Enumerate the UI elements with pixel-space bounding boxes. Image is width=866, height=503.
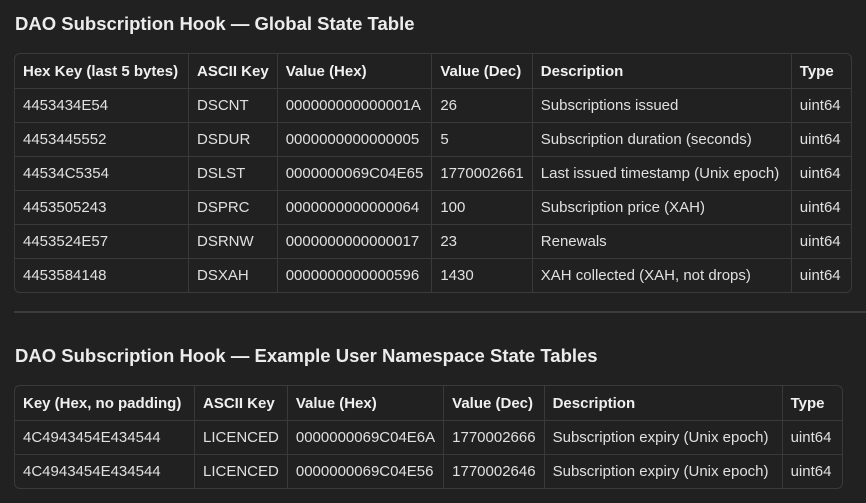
cell-hex-key: 4453524E57 [15, 224, 189, 259]
cell-type: uint64 [790, 463, 832, 480]
cell-ascii-key: DSLST [188, 156, 278, 191]
table-row: 44534C5354 DSLST 0000000069C04E65 177000… [15, 156, 851, 191]
cell-ascii-key: DSPRC [188, 190, 278, 225]
table-header-row: Hex Key (last 5 bytes) ASCII Key Value (… [15, 54, 851, 89]
user-namespace-table-container: Key (Hex, no padding) ASCII Key Value (H… [14, 385, 843, 489]
column-header-value-hex: Value (Hex) [287, 386, 445, 421]
cell-ascii-key: LICENCED [194, 420, 288, 455]
column-header-ascii-key: ASCII Key [188, 54, 278, 89]
table-row: 4453524E57 DSRNW 0000000000000017 23 Ren… [15, 224, 851, 259]
section-divider [14, 311, 866, 313]
table-row: 4453505243 DSPRC 0000000000000064 100 Su… [15, 190, 851, 225]
cell-hex-key: 4453434E54 [15, 88, 189, 123]
table-row: 4C4943454E434544 LICENCED 0000000069C04E… [15, 454, 842, 488]
cell-type: uint64 [791, 190, 851, 225]
cell-type: uint64 [791, 224, 851, 259]
global-state-title: DAO Subscription Hook — Global State Tab… [15, 13, 415, 34]
cell-value-dec: 5 [431, 122, 533, 157]
user-namespace-table: Key (Hex, no padding) ASCII Key Value (H… [15, 386, 842, 488]
cell-value-hex: 0000000069C04E6A [287, 420, 445, 455]
column-header-ascii-key: ASCII Key [194, 386, 288, 421]
column-header-key-hex: Key (Hex, no padding) [15, 386, 195, 421]
column-header-description: Description [544, 386, 783, 421]
cell-description: Subscriptions issued [532, 88, 792, 123]
table-row: 4453445552 DSDUR 0000000000000005 5 Subs… [15, 122, 851, 157]
cell-hex-key: 4453445552 [15, 122, 189, 157]
cell-ascii-key: DSXAH [188, 258, 278, 292]
cell-description: Subscription price (XAH) [532, 190, 792, 225]
table-row: 4C4943454E434544 LICENCED 0000000069C04E… [15, 420, 842, 455]
cell-description: Subscription duration (seconds) [532, 122, 792, 157]
cell-value-dec: 1430 [431, 258, 533, 292]
cell-value-dec: 1770002646 [443, 454, 545, 488]
cell-ascii-key: DSRNW [188, 224, 278, 259]
page: DAO Subscription Hook — Global State Tab… [0, 0, 866, 503]
cell-type: uint64 [791, 122, 851, 157]
cell-type: uint64 [799, 267, 841, 284]
cell-value-hex: 000000000000001A [277, 88, 433, 123]
column-header-type: Type [782, 386, 842, 421]
table-header-row: Key (Hex, no padding) ASCII Key Value (H… [15, 386, 842, 421]
cell-ascii-key: DSCNT [188, 88, 278, 123]
column-header-value-hex: Value (Hex) [277, 54, 433, 89]
cell-hex-key: 4453505243 [15, 190, 189, 225]
cell-key-hex: 4C4943454E434544 [15, 420, 195, 455]
cell-description: Subscription expiry (Unix epoch) [544, 420, 783, 455]
cell-value-hex: 0000000000000596 [277, 258, 433, 292]
column-header-description: Description [532, 54, 792, 89]
column-header-value-dec: Value (Dec) [443, 386, 545, 421]
cell-description: XAH collected (XAH, not drops) [532, 258, 792, 292]
cell-value-hex: 0000000000000017 [277, 224, 433, 259]
cell-type: uint64 [791, 88, 851, 123]
column-header-hex-key: Hex Key (last 5 bytes) [15, 54, 189, 89]
cell-value-hex: 0000000000000005 [277, 122, 433, 157]
cell-value-hex: 0000000069C04E65 [277, 156, 433, 191]
cell-value-dec: 100 [431, 190, 533, 225]
cell-description: Subscription expiry (Unix epoch) [544, 454, 783, 488]
cell-description: Renewals [532, 224, 792, 259]
cell-hex-key: 44534C5354 [15, 156, 189, 191]
global-state-table: Hex Key (last 5 bytes) ASCII Key Value (… [15, 54, 851, 292]
cell-value-dec: 1770002661 [431, 156, 533, 191]
global-state-table-container: Hex Key (last 5 bytes) ASCII Key Value (… [14, 53, 852, 293]
cell-hex-key: 4453584148 [15, 258, 189, 292]
cell-key-hex: 4C4943454E434544 [15, 454, 195, 488]
table-row: 4453434E54 DSCNT 000000000000001A 26 Sub… [15, 88, 851, 123]
table-row: 4453584148 DSXAH 0000000000000596 1430 X… [15, 258, 851, 292]
cell-ascii-key: LICENCED [194, 454, 288, 488]
column-header-type: Type [791, 54, 851, 89]
cell-type: uint64 [782, 420, 842, 455]
cell-value-hex: 0000000069C04E56 [287, 454, 445, 488]
cell-value-hex: 0000000000000064 [277, 190, 433, 225]
cell-type: uint64 [791, 156, 851, 191]
cell-value-dec: 23 [431, 224, 533, 259]
cell-ascii-key: DSDUR [188, 122, 278, 157]
cell-value-dec: 1770002666 [443, 420, 545, 455]
column-header-value-dec: Value (Dec) [431, 54, 533, 89]
cell-value-dec: 26 [431, 88, 533, 123]
cell-description: Last issued timestamp (Unix epoch) [532, 156, 792, 191]
user-namespace-title: DAO Subscription Hook — Example User Nam… [15, 345, 598, 366]
